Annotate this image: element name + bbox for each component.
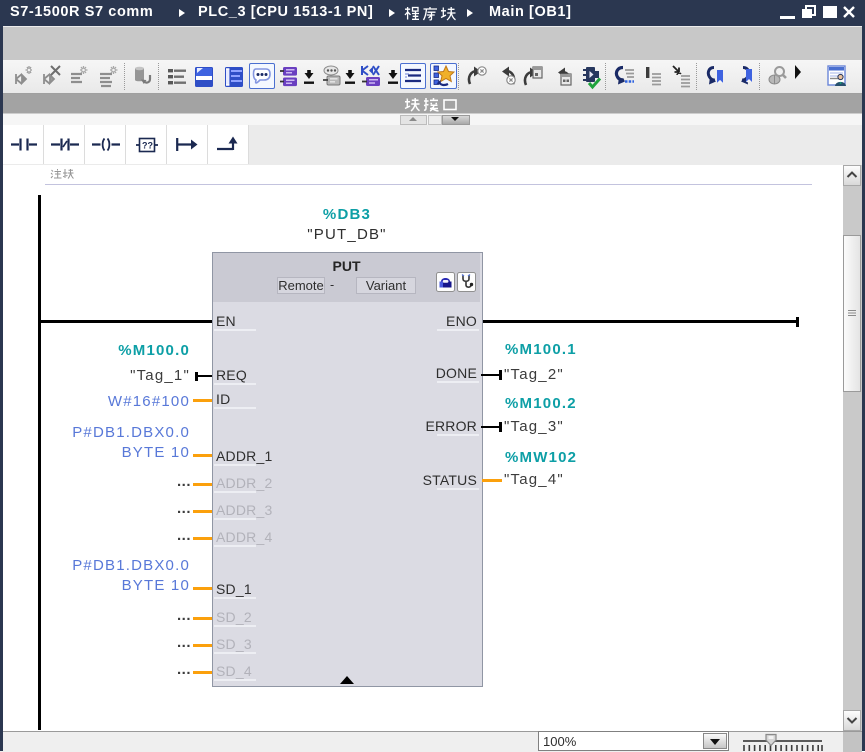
- svg-text:??: ??: [142, 141, 153, 151]
